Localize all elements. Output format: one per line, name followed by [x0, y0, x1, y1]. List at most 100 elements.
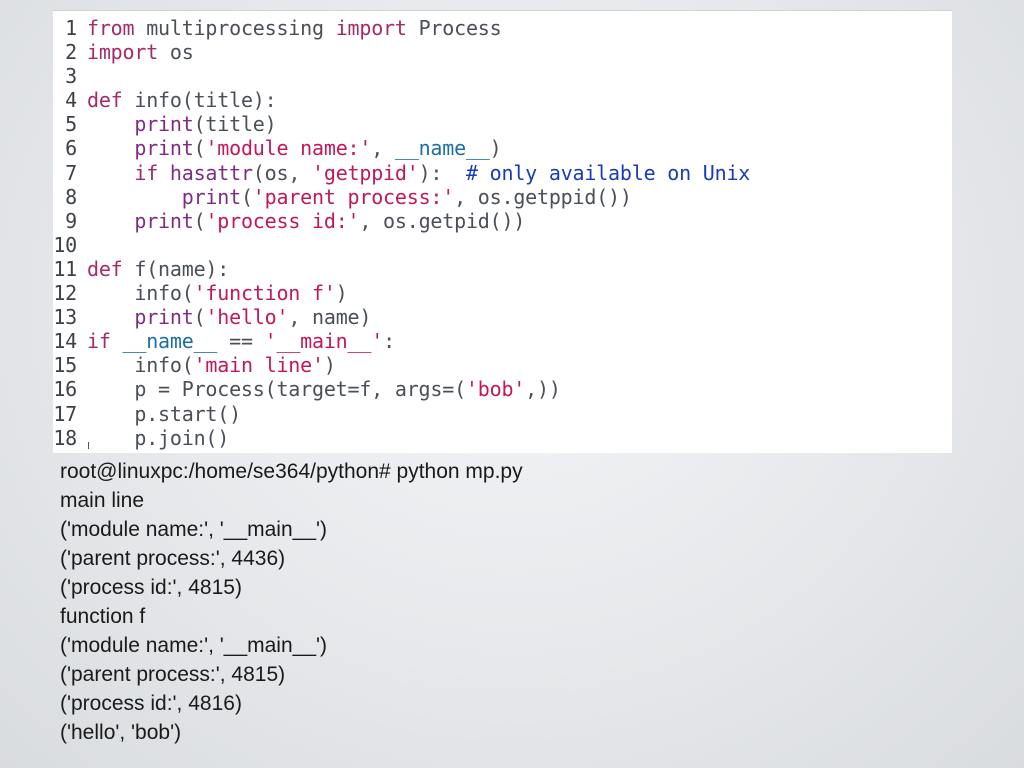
line-number: 2 — [65, 40, 77, 65]
line-number: 9 — [65, 208, 77, 233]
line-number: 10 — [53, 232, 77, 257]
line-number: 4 — [65, 88, 77, 113]
code-token: ( — [193, 208, 206, 233]
line-number: 1 — [65, 16, 77, 40]
line-number: 11 — [53, 256, 77, 281]
code-line: 3 — [53, 64, 750, 88]
code-line: 17 p.start() — [53, 402, 750, 426]
code-token: ( — [193, 136, 206, 161]
line-number: 6 — [65, 136, 77, 161]
terminal-output: root@linuxpc:/home/se364/python# python … — [60, 457, 523, 747]
code-token: from — [87, 16, 135, 40]
code-token: print — [134, 112, 194, 137]
line-number: 18 — [53, 425, 77, 450]
code-line: 6 print('module name:', __name__) — [53, 136, 750, 160]
code-line: 1 from multiprocessing import Process — [53, 16, 750, 40]
code-token: 'function f' — [193, 281, 336, 306]
code-token: 'hello' — [205, 305, 289, 330]
code-token: if — [134, 160, 159, 185]
code-token: info(title): — [122, 88, 277, 113]
code-line: 7 if hasattr(os, 'getppid'): # only avai… — [53, 161, 750, 185]
code-token: == — [217, 329, 265, 354]
code-token: p.start() — [87, 401, 241, 426]
code-line: 14 if __name__ == '__main__': — [53, 329, 750, 353]
code-token: 'parent process:' — [252, 184, 455, 209]
code-token: ( — [193, 305, 206, 330]
code-line: 10 — [53, 233, 750, 257]
code-token: , — [371, 136, 395, 161]
line-number: 8 — [65, 184, 77, 209]
line-number: 16 — [53, 377, 77, 402]
terminal-output-line: ('process id:', 4816) — [60, 692, 242, 715]
code-line: 12 info('function f') — [53, 281, 750, 305]
line-number: 15 — [53, 353, 77, 378]
code-token: (title) — [193, 112, 277, 137]
code-token: # only available on Unix — [465, 160, 751, 185]
line-number: 17 — [53, 401, 77, 426]
code-token: '__main__' — [264, 329, 384, 354]
line-number: 13 — [53, 305, 77, 330]
code-token: ): — [418, 160, 466, 185]
code-token: __name__ — [122, 329, 218, 354]
line-number: 14 — [53, 329, 77, 354]
code-token: 'process id:' — [205, 208, 360, 233]
code-token: ) — [323, 353, 336, 378]
code-token: 'main line' — [193, 353, 324, 378]
code-line: 16 p = Process(target=f, args=('bob',)) — [53, 377, 750, 401]
code-line: 9 print('process id:', os.getpid()) — [53, 209, 750, 233]
code-token: , name) — [288, 305, 372, 330]
code-token: : — [383, 329, 395, 354]
code-token: os — [158, 40, 194, 65]
code-editor-panel: 1 from multiprocessing import Process 2 imp… — [53, 10, 952, 453]
code-token: info( — [87, 281, 194, 306]
code-token: Process — [406, 16, 502, 40]
line-number: 12 — [53, 281, 77, 306]
code-line: 8 print('parent process:', os.getppid()) — [53, 185, 750, 209]
code-line: 13 print('hello', name) — [53, 305, 750, 329]
code-line: 18 p.join() — [53, 426, 750, 450]
code-token: ( — [240, 184, 253, 209]
code-token: info( — [87, 353, 194, 378]
terminal-output-line: main line — [60, 489, 145, 512]
code-token: import — [335, 16, 407, 40]
code-token: ) — [489, 136, 502, 161]
code-token: print — [134, 208, 194, 233]
terminal-output-line: ('hello', 'bob') — [60, 721, 182, 744]
terminal-command-line: root@linuxpc:/home/se364/python# python … — [60, 460, 523, 483]
code-token: f(name): — [122, 256, 230, 281]
code-token: (os, — [252, 160, 313, 185]
code-line: 11 def f(name): — [53, 257, 750, 281]
line-number: 7 — [65, 160, 77, 185]
code-line: 5 print(title) — [53, 112, 750, 136]
terminal-output-line: ('parent process:', 4815) — [60, 663, 286, 686]
code-token: hasattr — [169, 160, 253, 185]
text-cursor-mark — [88, 442, 89, 449]
code-token: , os.getppid()) — [454, 184, 632, 209]
code-token: if — [87, 329, 111, 354]
code-token: p = Process(target=f, args=( — [87, 377, 466, 402]
code-token: 'module name:' — [205, 136, 372, 161]
code-token: p.join() — [87, 425, 230, 450]
code-token: ) — [335, 281, 348, 306]
code-token: print — [134, 305, 194, 330]
code-token: import — [87, 40, 159, 65]
terminal-output-line: function f — [60, 605, 146, 628]
line-number: 3 — [65, 64, 77, 89]
terminal-output-line: ('parent process:', 4436) — [60, 547, 286, 570]
code-line: 4 def info(title): — [53, 88, 750, 112]
code-token: 'bob' — [465, 377, 526, 402]
code-token: print — [181, 184, 241, 209]
code-token: def — [87, 88, 123, 113]
code-token: multiprocessing — [134, 16, 336, 40]
terminal-output-line: ('module name:', '__main__') — [60, 518, 328, 541]
code-token: __name__ — [394, 136, 490, 161]
code-token: print — [134, 136, 194, 161]
